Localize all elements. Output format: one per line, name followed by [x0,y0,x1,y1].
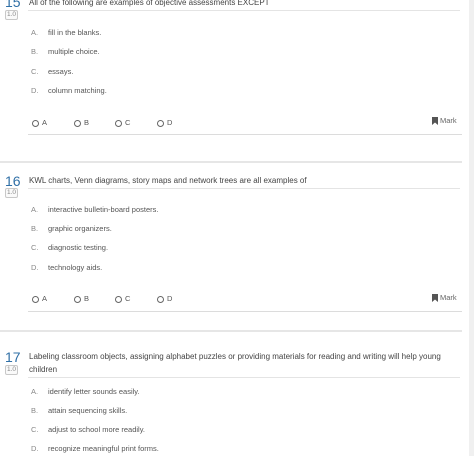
option-letter: C. [31,67,39,76]
option-d: D. recognize meaningful print forms. [31,444,159,454]
option-d: D. column matching. [31,86,107,96]
option-letter: A. [31,387,39,396]
radio-button[interactable] [157,295,164,303]
points-badge: 1.0 [5,10,19,20]
radio-button[interactable] [32,119,39,127]
option-text: identify letter sounds easily. [48,387,140,396]
mark-button[interactable]: Mark [432,293,457,303]
answer-choice-a[interactable]: A [32,294,47,304]
mark-label: Mark [440,116,457,125]
option-letter: B. [31,406,39,415]
option-text: essays. [48,67,74,76]
option-c: C. essays. [31,67,73,77]
option-letter: D. [31,263,39,272]
option-letter: B. [31,224,39,233]
answer-choice-d[interactable]: D [157,118,172,128]
option-a: A. identify letter sounds easily. [31,387,140,397]
option-text: fill in the blanks. [48,28,102,37]
answer-choice-a[interactable]: A [32,118,47,128]
points-badge: 1.0 [5,188,19,198]
option-text: multiple choice. [48,47,100,56]
answer-choice-c[interactable]: C [115,118,130,128]
bookmark-icon [432,117,438,126]
option-b: B. attain sequencing skills. [31,406,127,416]
option-letter: A. [31,205,39,214]
question-separator [0,330,462,332]
question-stem: KWL charts, Venn diagrams, story maps an… [29,176,307,185]
choice-label: C [125,294,131,303]
radio-button[interactable] [74,119,81,127]
option-text: graphic organizers. [48,224,112,233]
option-text: interactive bulletin-board posters. [48,205,159,214]
choice-label: C [125,118,131,127]
option-d: D. technology aids. [31,263,102,273]
option-letter: C. [31,425,39,434]
question-stem: Labeling classroom objects, assigning al… [29,352,441,374]
choice-label: D [167,118,173,127]
option-a: A. fill in the blanks. [31,28,101,38]
option-text: diagnostic testing. [48,243,109,252]
choice-label: A [42,118,48,127]
option-letter: D. [31,444,39,453]
option-c: C. diagnostic testing. [31,243,108,253]
mark-button[interactable]: Mark [432,116,457,126]
question-number: 16 [5,173,21,189]
option-letter: B. [31,47,39,56]
question-separator [0,161,462,163]
mark-label: Mark [440,293,457,302]
radio-button[interactable] [115,295,122,303]
answer-divider [28,134,462,135]
radio-button[interactable] [74,295,81,303]
stem-divider [28,188,460,189]
answer-divider [28,311,462,312]
question-number: 17 [5,349,21,365]
option-b: B. multiple choice. [31,47,100,57]
option-letter: C. [31,243,39,252]
option-c: C. adjust to school more readily. [31,425,145,435]
option-b: B. graphic organizers. [31,224,112,234]
choice-label: D [167,294,173,303]
scrollbar-track[interactable] [469,0,474,456]
option-letter: A. [31,28,39,37]
option-text: column matching. [48,86,107,95]
option-a: A. interactive bulletin-board posters. [31,205,158,215]
radio-button[interactable] [157,119,164,127]
answer-choice-b[interactable]: B [74,294,89,304]
answer-choice-d[interactable]: D [157,294,172,304]
choice-label: B [84,294,90,303]
option-text: attain sequencing skills. [48,406,128,415]
option-letter: D. [31,86,39,95]
points-badge: 1.0 [5,365,19,375]
option-text: technology aids. [48,263,103,272]
question-stem: All of the following are examples of obj… [29,0,270,7]
stem-divider [28,377,460,378]
bookmark-icon [432,294,438,303]
choice-label: A [42,294,48,303]
stem-divider [28,10,460,11]
radio-button[interactable] [115,119,122,127]
question-number: 15 [5,0,21,10]
quiz-page: 15 1.0 All of the following are examples… [0,0,474,456]
choice-label: B [84,118,90,127]
answer-choice-b[interactable]: B [74,118,89,128]
option-text: adjust to school more readily. [48,425,145,434]
radio-button[interactable] [32,295,39,303]
answer-choice-c[interactable]: C [115,294,130,304]
option-text: recognize meaningful print forms. [48,444,159,453]
